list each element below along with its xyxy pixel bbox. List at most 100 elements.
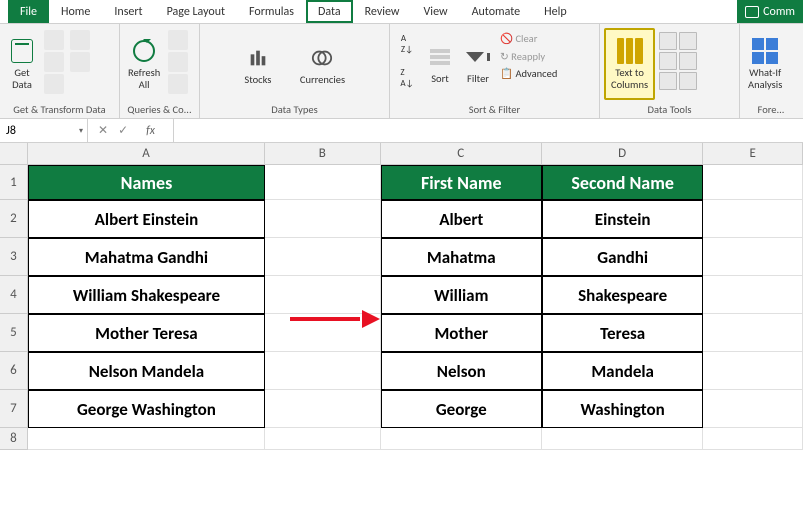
cell-E4[interactable] — [703, 276, 803, 314]
row-header-1[interactable]: 1 — [0, 165, 28, 200]
cell-D5[interactable]: Teresa — [542, 314, 703, 352]
queries-connections-button[interactable] — [168, 30, 188, 50]
stocks-button[interactable]: Stocks — [240, 35, 276, 95]
fx-button[interactable]: fx — [138, 124, 163, 138]
enter-formula-button[interactable]: ✓ — [118, 123, 128, 138]
cell-C7[interactable]: George — [381, 390, 542, 428]
cell-D8[interactable] — [542, 428, 703, 450]
from-table-button[interactable] — [44, 74, 64, 94]
tab-help[interactable]: Help — [532, 0, 579, 23]
group-data-tools: Text toColumns Data Tools — [600, 24, 740, 118]
cell-E7[interactable] — [703, 390, 803, 428]
cell-E1[interactable] — [703, 165, 803, 200]
remove-duplicates-button[interactable] — [659, 52, 677, 70]
row-header-2[interactable]: 2 — [0, 200, 28, 238]
cell-A8[interactable] — [28, 428, 265, 450]
relationships-button[interactable] — [679, 52, 697, 70]
col-header-C[interactable]: C — [381, 143, 542, 164]
cell-D7[interactable]: Washington — [542, 390, 703, 428]
row-header-5[interactable]: 5 — [0, 314, 28, 352]
clear-button[interactable]: 🚫 Clear — [500, 32, 557, 46]
cell-A6[interactable]: Nelson Mandela — [28, 352, 265, 390]
currencies-button[interactable]: Currencies — [296, 35, 349, 95]
get-data-button[interactable]: GetData — [4, 28, 40, 100]
cell-E8[interactable] — [703, 428, 803, 450]
reapply-button[interactable]: ↻ Reapply — [500, 50, 557, 64]
cell-D3[interactable]: Gandhi — [542, 238, 703, 276]
cell-B4[interactable] — [265, 276, 381, 314]
sort-button[interactable]: Sort — [422, 28, 458, 100]
cancel-formula-button[interactable]: ✕ — [98, 123, 108, 138]
consolidate-button[interactable] — [679, 32, 697, 50]
cell-A4[interactable]: William Shakespeare — [28, 276, 265, 314]
cell-C1[interactable]: First Name — [381, 165, 542, 200]
cell-C6[interactable]: Nelson — [381, 352, 542, 390]
cell-D6[interactable]: Mandela — [542, 352, 703, 390]
cell-E3[interactable] — [703, 238, 803, 276]
existing-connections-button[interactable] — [70, 52, 90, 72]
cell-E2[interactable] — [703, 200, 803, 238]
row-header-3[interactable]: 3 — [0, 238, 28, 276]
from-text-csv-button[interactable] — [44, 30, 64, 50]
cell-B1[interactable] — [265, 165, 381, 200]
cell-A5[interactable]: Mother Teresa — [28, 314, 265, 352]
cell-A2[interactable]: Albert Einstein — [28, 200, 265, 238]
sort-desc-button[interactable]: ZA↓ — [394, 62, 420, 94]
cell-B8[interactable] — [265, 428, 381, 450]
text-to-columns-button[interactable]: Text toColumns — [607, 31, 652, 97]
text-to-columns-highlight: Text toColumns — [604, 28, 655, 100]
cell-D4[interactable]: Shakespeare — [542, 276, 703, 314]
cell-E6[interactable] — [703, 352, 803, 390]
edit-links-button[interactable] — [168, 74, 188, 94]
filter-button[interactable]: Filter — [460, 28, 496, 100]
cell-B6[interactable] — [265, 352, 381, 390]
cell-C8[interactable] — [381, 428, 542, 450]
flash-fill-button[interactable] — [659, 32, 677, 50]
col-header-A[interactable]: A — [28, 143, 265, 164]
sort-asc-button[interactable]: AZ↓ — [394, 28, 420, 60]
group-sort-filter: AZ↓ ZA↓ Sort Filter 🚫 Clear ↻ Reapply 📋 … — [390, 24, 600, 118]
row-header-8[interactable]: 8 — [0, 428, 28, 450]
tab-home[interactable]: Home — [49, 0, 102, 23]
cell-B2[interactable] — [265, 200, 381, 238]
cell-A1[interactable]: Names — [28, 165, 265, 200]
recent-sources-button[interactable] — [70, 30, 90, 50]
row-header-6[interactable]: 6 — [0, 352, 28, 390]
advanced-button[interactable]: 📋 Advanced — [500, 67, 557, 81]
row-header-7[interactable]: 7 — [0, 390, 28, 428]
tab-page-layout[interactable]: Page Layout — [155, 0, 237, 23]
data-validation-button[interactable] — [659, 72, 677, 90]
manage-data-model-button[interactable] — [679, 72, 697, 90]
cell-E5[interactable] — [703, 314, 803, 352]
tab-formulas[interactable]: Formulas — [237, 0, 306, 23]
tab-insert[interactable]: Insert — [102, 0, 154, 23]
cell-C4[interactable]: William — [381, 276, 542, 314]
tab-review[interactable]: Review — [353, 0, 412, 23]
cell-A3[interactable]: Mahatma Gandhi — [28, 238, 265, 276]
cell-C2[interactable]: Albert — [381, 200, 542, 238]
whatif-button[interactable]: What-IfAnalysis — [744, 28, 786, 100]
cell-D2[interactable]: Einstein — [542, 200, 703, 238]
cell-C3[interactable]: Mahatma — [381, 238, 542, 276]
cell-A7[interactable]: George Washington — [28, 390, 265, 428]
tab-file[interactable]: File — [8, 0, 49, 23]
cell-C5[interactable]: Mother — [381, 314, 542, 352]
cell-D1[interactable]: Second Name — [542, 165, 703, 200]
refresh-all-button[interactable]: RefreshAll — [124, 28, 164, 100]
col-header-D[interactable]: D — [542, 143, 703, 164]
cell-B3[interactable] — [265, 238, 381, 276]
tab-automate[interactable]: Automate — [460, 0, 533, 23]
select-all-corner[interactable] — [0, 143, 28, 164]
col-header-B[interactable]: B — [265, 143, 381, 164]
properties-button[interactable] — [168, 52, 188, 72]
annotation-arrow — [290, 315, 380, 323]
tab-data[interactable]: Data — [306, 0, 353, 23]
cell-B7[interactable] — [265, 390, 381, 428]
col-header-E[interactable]: E — [703, 143, 803, 164]
tab-view[interactable]: View — [412, 0, 460, 23]
comments-button[interactable]: Comm — [737, 0, 803, 23]
name-box[interactable]: J8 — [0, 119, 88, 142]
filter-label: Filter — [467, 73, 489, 85]
row-header-4[interactable]: 4 — [0, 276, 28, 314]
from-web-button[interactable] — [44, 52, 64, 72]
